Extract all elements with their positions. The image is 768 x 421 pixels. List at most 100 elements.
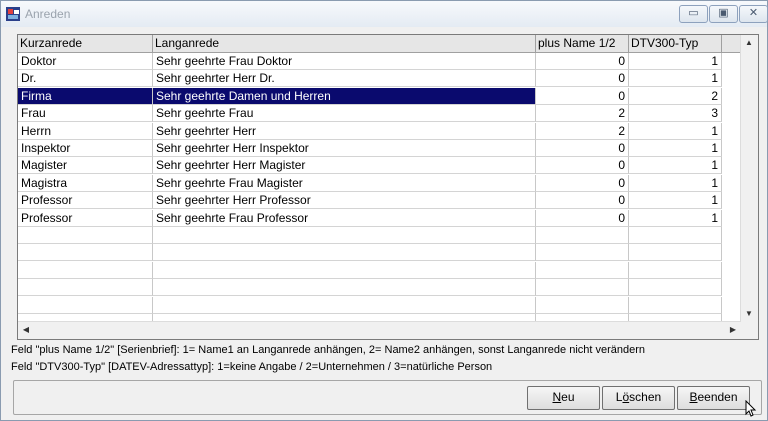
anreden-table[interactable]: Kurzanrede Langanrede plus Name 1/2 DTV3…	[17, 34, 759, 340]
cell-dtv300-typ[interactable]: 1	[629, 209, 722, 227]
cell-langanrede[interactable]: Sehr geehrte Frau Doktor	[153, 53, 536, 70]
cell-langanrede[interactable]: Sehr geehrte Frau Magister	[153, 174, 536, 192]
cell-langanrede[interactable]: Sehr geehrter Herr	[153, 122, 536, 140]
button-bar: Neu Löschen Beenden	[13, 380, 762, 415]
cell-dtv300-typ[interactable]: 1	[629, 140, 722, 157]
cell-langanrede[interactable]: Sehr geehrter Herr Magister	[153, 157, 536, 175]
cell-plus-name[interactable]: 0	[536, 174, 629, 192]
cell-langanrede[interactable]	[153, 261, 536, 279]
cell-dtv300-typ[interactable]: 1	[629, 174, 722, 192]
cell-plus-name[interactable]: 0	[536, 192, 629, 210]
title-bar[interactable]: Anreden ▭ ▣ ✕	[1, 1, 768, 27]
cell-kurzanrede[interactable]: Frau	[18, 105, 153, 123]
cell-kurzanrede[interactable]	[18, 261, 153, 279]
cell-langanrede[interactable]: Sehr geehrter Herr Professor	[153, 192, 536, 210]
cell-langanrede[interactable]: Sehr geehrte Frau Professor	[153, 209, 536, 227]
scroll-down-icon[interactable]: ▼	[741, 306, 757, 322]
vertical-scrollbar[interactable]: ▲ ▼	[740, 35, 758, 322]
table-row[interactable]: Professor Sehr geehrter Herr Professor 0 1	[18, 192, 740, 210]
cell-plus-name[interactable]: 0	[536, 87, 629, 105]
empty-table-row[interactable]	[18, 261, 740, 279]
cell-dtv300-typ[interactable]	[629, 296, 722, 314]
empty-table-row[interactable]	[18, 244, 740, 262]
column-header-dtv300-typ[interactable]: DTV300-Typ	[629, 35, 722, 52]
cell-langanrede[interactable]	[153, 244, 536, 262]
cell-plus-name[interactable]	[536, 261, 629, 279]
cell-plus-name[interactable]	[536, 279, 629, 297]
close-button[interactable]: ✕	[739, 5, 768, 23]
cell-langanrede[interactable]: Sehr geehrter Herr Dr.	[153, 70, 536, 88]
cell-dtv300-typ[interactable]: 2	[629, 87, 722, 105]
cell-langanrede[interactable]: Sehr geehrte Frau	[153, 105, 536, 123]
cell-plus-name[interactable]: 2	[536, 105, 629, 123]
cell-plus-name[interactable]: 2	[536, 122, 629, 140]
cell-dtv300-typ[interactable]: 1	[629, 157, 722, 175]
exit-button[interactable]: Beenden	[677, 386, 750, 410]
cell-kurzanrede[interactable]: Professor	[18, 192, 153, 210]
cell-plus-name[interactable]	[536, 244, 629, 262]
cell-dtv300-typ[interactable]	[629, 279, 722, 297]
cell-plus-name[interactable]: 0	[536, 209, 629, 227]
empty-table-row[interactable]	[18, 227, 740, 244]
cell-langanrede[interactable]	[153, 227, 536, 244]
new-button[interactable]: Neu	[527, 386, 600, 410]
cell-langanrede[interactable]	[153, 279, 536, 297]
cell-kurzanrede[interactable]: Doktor	[18, 53, 153, 70]
cell-dtv300-typ[interactable]: 1	[629, 70, 722, 88]
cell-plus-name[interactable]	[536, 227, 629, 244]
cell-dtv300-typ[interactable]: 1	[629, 192, 722, 210]
scrollbar-corner	[741, 322, 758, 339]
note-plus-name: Feld "plus Name 1/2" [Serienbrief]: 1= N…	[11, 344, 646, 356]
minimize-button[interactable]: ▭	[679, 5, 708, 23]
restore-icon: ▣	[718, 7, 729, 19]
cell-langanrede[interactable]: Sehr geehrte Damen und Herren	[153, 87, 536, 105]
scroll-left-icon[interactable]: ◀	[18, 322, 34, 338]
new-button-mnemonic: N	[552, 390, 562, 404]
restore-button[interactable]: ▣	[709, 5, 738, 23]
table-row[interactable]: Magister Sehr geehrter Herr Magister 0 1	[18, 157, 740, 175]
cell-langanrede[interactable]	[153, 296, 536, 314]
table-row[interactable]: Frau Sehr geehrte Frau 2 3	[18, 105, 740, 123]
cell-kurzanrede[interactable]: Herrn	[18, 122, 153, 140]
table-row[interactable]: Firma Sehr geehrte Damen und Herren 0 2	[18, 87, 740, 105]
cell-dtv300-typ[interactable]: 3	[629, 105, 722, 123]
delete-button[interactable]: Löschen	[602, 386, 675, 410]
cell-kurzanrede[interactable]	[18, 279, 153, 297]
cell-kurzanrede[interactable]	[18, 296, 153, 314]
cell-plus-name[interactable]: 0	[536, 157, 629, 175]
scroll-up-icon[interactable]: ▲	[741, 35, 757, 51]
cell-kurzanrede[interactable]	[18, 244, 153, 262]
cell-dtv300-typ[interactable]	[629, 244, 722, 262]
cell-kurzanrede[interactable]: Firma	[18, 87, 153, 105]
table-row[interactable]: Herrn Sehr geehrter Herr 2 1	[18, 122, 740, 140]
cell-kurzanrede[interactable]: Magister	[18, 157, 153, 175]
empty-table-row[interactable]	[18, 296, 740, 314]
cell-dtv300-typ[interactable]: 1	[629, 53, 722, 70]
cell-kurzanrede[interactable]: Inspektor	[18, 140, 153, 157]
horizontal-scrollbar[interactable]: ◀ ▶	[18, 321, 741, 339]
column-header-langanrede[interactable]: Langanrede	[153, 35, 536, 52]
cell-plus-name[interactable]: 0	[536, 140, 629, 157]
table-row[interactable]: Doktor Sehr geehrte Frau Doktor 0 1	[18, 53, 740, 70]
table-row[interactable]: Dr. Sehr geehrter Herr Dr. 0 1	[18, 70, 740, 88]
cell-dtv300-typ[interactable]	[629, 261, 722, 279]
cell-dtv300-typ[interactable]: 1	[629, 122, 722, 140]
scroll-right-icon[interactable]: ▶	[725, 322, 741, 338]
cell-dtv300-typ[interactable]	[629, 227, 722, 244]
table-row[interactable]: Inspektor Sehr geehrter Herr Inspektor 0 1	[18, 140, 740, 157]
cell-kurzanrede[interactable]	[18, 227, 153, 244]
column-header-plus-name[interactable]: plus Name 1/2	[536, 35, 629, 52]
cell-langanrede[interactable]: Sehr geehrter Herr Inspektor	[153, 140, 536, 157]
table-row[interactable]: Magistra Sehr geehrte Frau Magister 0 1	[18, 174, 740, 192]
cell-plus-name[interactable]: 0	[536, 70, 629, 88]
table-row[interactable]: Professor Sehr geehrte Frau Professor 0 1	[18, 209, 740, 227]
window-title: Anreden	[25, 7, 71, 21]
column-header-kurzanrede[interactable]: Kurzanrede	[18, 35, 153, 52]
cell-plus-name[interactable]	[536, 296, 629, 314]
cell-plus-name[interactable]: 0	[536, 53, 629, 70]
empty-table-row[interactable]	[18, 279, 740, 297]
minimize-icon: ▭	[688, 7, 699, 19]
cell-kurzanrede[interactable]: Dr.	[18, 70, 153, 88]
cell-kurzanrede[interactable]: Professor	[18, 209, 153, 227]
cell-kurzanrede[interactable]: Magistra	[18, 174, 153, 192]
